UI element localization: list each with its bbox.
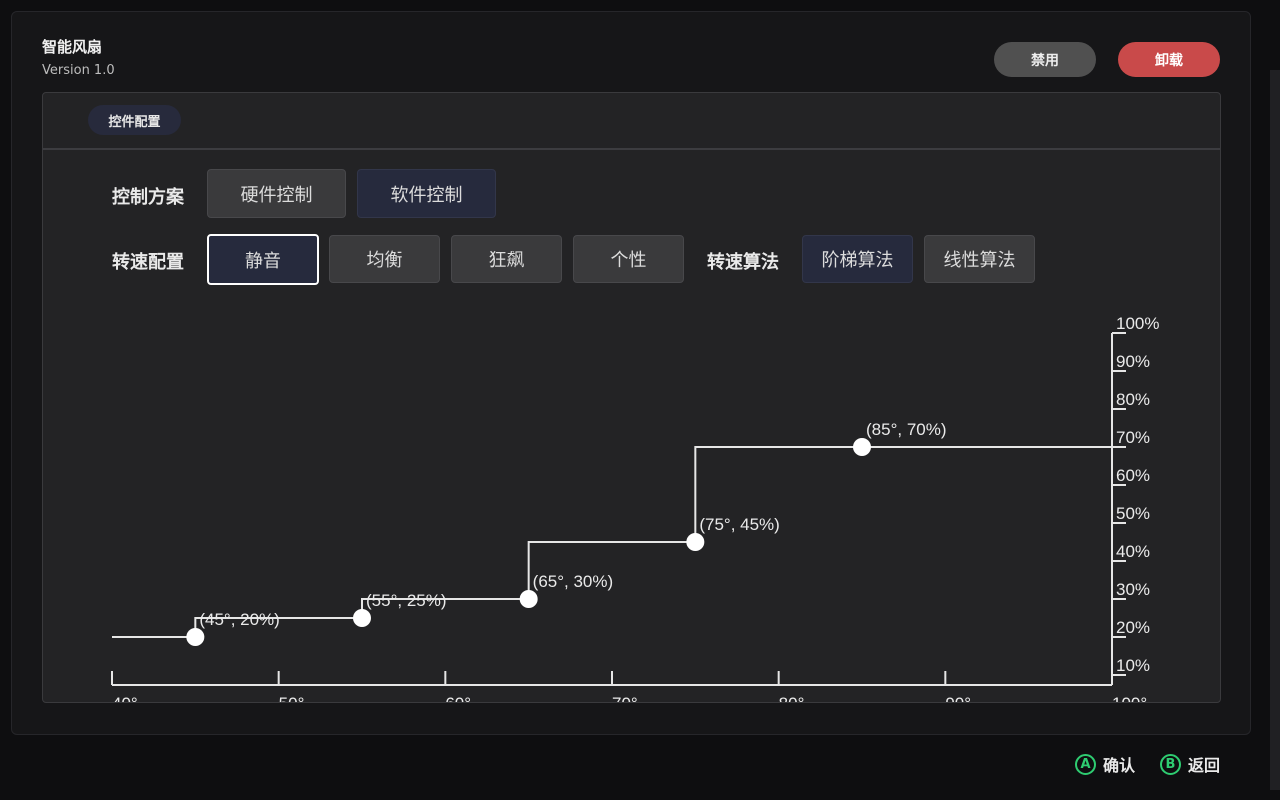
curve-point[interactable] — [519, 590, 538, 608]
back-label: 返回 — [1188, 756, 1221, 775]
confirm-hint[interactable]: A 确认 — [1075, 752, 1135, 776]
x-tick-label: 70° — [612, 694, 638, 702]
window-edge — [1270, 70, 1280, 790]
disable-button[interactable]: 禁用 — [994, 42, 1096, 77]
fan-curve-series-line — [112, 446, 1112, 638]
y-tick-label: 100% — [1116, 314, 1159, 333]
app-version: Version 1.0 — [42, 63, 115, 78]
x-tick-label: 80° — [779, 694, 805, 702]
x-tick-label: 90° — [945, 694, 971, 702]
a-button-icon: A — [1075, 753, 1096, 775]
curve-point-label: (45°, 20%) — [199, 610, 280, 629]
y-tick-label: 90% — [1116, 352, 1150, 371]
curve-point-label: (55°, 25%) — [366, 591, 447, 610]
curve-point[interactable] — [686, 533, 705, 551]
x-tick-label: 40° — [112, 694, 138, 702]
y-tick-label: 30% — [1116, 580, 1150, 599]
curve-point[interactable] — [353, 609, 371, 627]
x-tick-label: 100° — [1112, 694, 1147, 702]
y-tick-label: 10% — [1116, 656, 1150, 675]
confirm-label: 确认 — [1103, 756, 1136, 775]
uninstall-button[interactable]: 卸载 — [1118, 42, 1220, 77]
curve-point-label: (85°, 70%) — [866, 420, 947, 439]
y-tick-label: 80% — [1116, 390, 1150, 409]
x-tick-label: 60° — [445, 694, 471, 702]
back-hint[interactable]: B 返回 — [1160, 752, 1220, 776]
b-button-icon: B — [1160, 753, 1181, 775]
plugin-panel: 智能风扇 Version 1.0 禁用 卸载 控件配置 控制方案 硬件控制 软件… — [11, 11, 1251, 735]
y-tick-label: 40% — [1116, 542, 1150, 561]
config-card: 控件配置 控制方案 硬件控制 软件控制 转速配置 静音 均衡 狂飙 个性 转速算… — [42, 92, 1221, 703]
curve-point-label: (65°, 30%) — [533, 572, 614, 591]
y-tick-label: 70% — [1116, 428, 1150, 447]
y-tick-label: 60% — [1116, 466, 1150, 485]
y-tick-label: 50% — [1116, 504, 1150, 523]
fan-curve-chart[interactable]: 40° 50° 60° 70° 80° 90° 100° 10% 20% 30% 40% 50% 60%… — [43, 93, 1220, 702]
app-title: 智能风扇 — [42, 38, 103, 56]
curve-point-label: (75°, 45%) — [699, 515, 780, 534]
curve-point[interactable] — [853, 438, 871, 456]
y-tick-label: 20% — [1116, 618, 1150, 637]
x-tick-label: 50° — [279, 694, 305, 702]
curve-point[interactable] — [186, 628, 205, 646]
